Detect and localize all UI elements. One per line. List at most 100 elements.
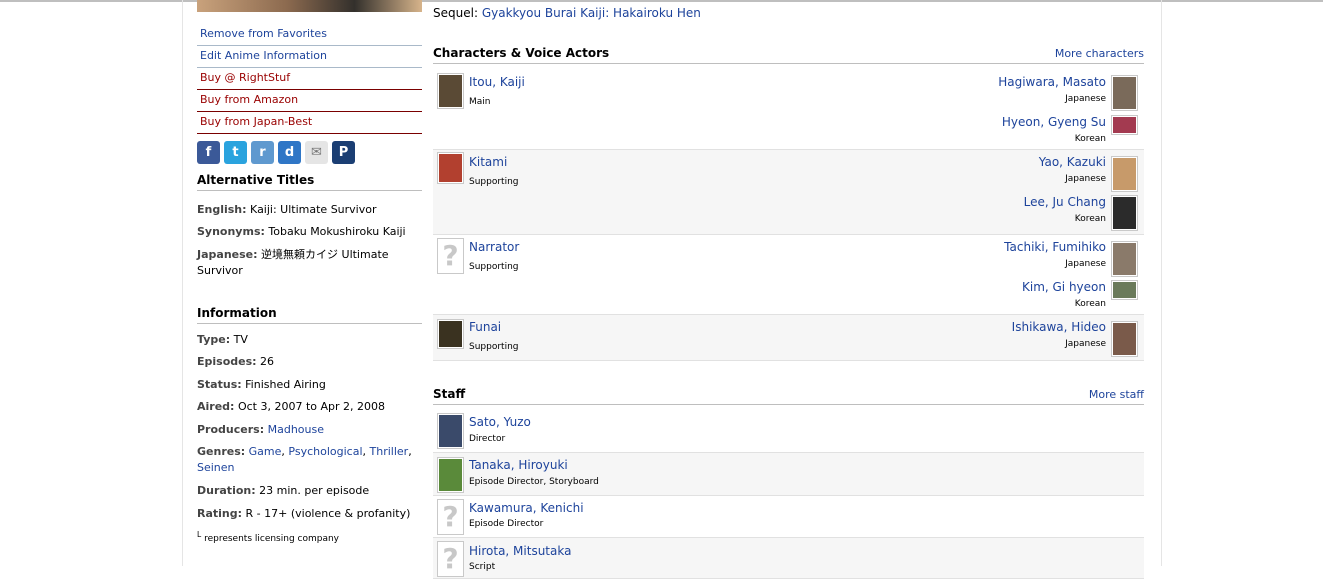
sequel-link[interactable]: Gyakkyou Burai Kaiji: Hakairoku Hen (482, 6, 701, 20)
character-name-link[interactable]: Itou, Kaiji (469, 75, 525, 89)
japanese-label: Japanese: (197, 248, 258, 261)
character-image (439, 154, 462, 182)
producers-label: Producers: (197, 423, 265, 436)
staff-role: Episode Director, Storyboard (469, 477, 599, 487)
buy-rightstuf-link[interactable]: Buy @ RightStuf (197, 68, 422, 90)
voice-actor-language: Korean (1074, 299, 1106, 309)
genre-link[interactable]: Psychological (288, 445, 362, 458)
staff-thumb[interactable] (437, 457, 464, 493)
genre-link[interactable]: Seinen (197, 461, 235, 474)
english-label: English: (197, 203, 247, 216)
voice-actor-link[interactable]: Tachiki, Fumihiko (1004, 240, 1106, 254)
genre-link[interactable]: Thriller (370, 445, 409, 458)
staff-heading-text: Staff (433, 387, 466, 401)
voice-actor-language: Japanese (1065, 94, 1106, 104)
characters-heading: Characters & Voice Actors More character… (433, 46, 1144, 64)
voice-actor-thumb[interactable] (1111, 156, 1138, 192)
licensing-note-text: represents licensing company (204, 534, 340, 544)
character-thumb[interactable] (437, 73, 464, 109)
voice-actor-link[interactable]: Ishikawa, Hideo (1012, 320, 1106, 334)
synonyms-label: Synonyms: (197, 225, 265, 238)
placeholder-question-icon: ? (442, 239, 459, 272)
staff-name-link[interactable]: Tanaka, Hiroyuki (469, 458, 568, 472)
character-role: Main (469, 97, 491, 107)
character-name-link[interactable]: Kitami (469, 155, 507, 169)
voice-actor-link[interactable]: Kim, Gi hyeon (1022, 280, 1106, 294)
character-thumb[interactable] (437, 319, 464, 349)
more-staff-link[interactable]: More staff (1089, 388, 1144, 401)
licensing-note: L represents licensing company (197, 530, 339, 544)
buy-japanbest-link[interactable]: Buy from Japan-Best (197, 112, 422, 134)
character-row: Funai Supporting Ishikawa, Hideo Japanes… (433, 315, 1144, 361)
episodes-label: Episodes: (197, 355, 257, 368)
genres-label: Genres: (197, 445, 246, 458)
genre-link[interactable]: Game (249, 445, 282, 458)
sequel-label: Sequel: (433, 6, 478, 20)
voice-actor-thumb[interactable] (1111, 280, 1138, 300)
voice-actor-thumb[interactable] (1111, 115, 1138, 135)
voice-actor-language: Japanese (1065, 259, 1106, 269)
status-value: Finished Airing (245, 378, 326, 391)
voice-actor-thumb[interactable] (1111, 75, 1138, 111)
synonyms-value: Tobaku Mokushiroku Kaiji (268, 225, 406, 238)
more-characters-link[interactable]: More characters (1055, 47, 1144, 60)
producer-link[interactable]: Madhouse (268, 423, 324, 436)
voice-actor-image (1113, 243, 1136, 275)
voice-actor-image (1113, 77, 1136, 109)
voice-actor-image (1113, 282, 1136, 298)
synonyms-row: Synonyms: Tobaku Mokushiroku Kaiji (197, 224, 422, 240)
staff-thumb[interactable]: ? (437, 499, 464, 535)
staff-name-link[interactable]: Sato, Yuzo (469, 415, 531, 429)
duration-row: Duration: 23 min. per episode (197, 483, 422, 499)
voice-actor-thumb[interactable] (1111, 241, 1138, 277)
voice-actor-link[interactable]: Hagiwara, Masato (998, 75, 1106, 89)
rating-row: Rating: R - 17+ (violence & profanity) (197, 506, 422, 522)
character-name-link[interactable]: Narrator (469, 240, 519, 254)
voice-actor-image (1113, 323, 1136, 355)
staff-image (439, 415, 462, 447)
character-role: Supporting (469, 342, 519, 352)
voice-actor-thumb[interactable] (1111, 321, 1138, 357)
buy-amazon-link[interactable]: Buy from Amazon (197, 90, 422, 112)
aired-label: Aired: (197, 400, 235, 413)
alt-titles-heading: Alternative Titles (197, 173, 422, 191)
anime-cover-image[interactable] (197, 0, 422, 12)
character-row: Kitami Supporting Yao, Kazuki Japanese L… (433, 150, 1144, 235)
character-row: Itou, Kaiji Main Hagiwara, Masato Japane… (433, 67, 1144, 150)
mail-icon[interactable]: ✉ (305, 141, 328, 164)
english-title-row: English: Kaiji: Ultimate Survivor (197, 202, 422, 218)
voice-actor-link[interactable]: Hyeon, Gyeng Su (1002, 115, 1106, 129)
staff-row: ? Kawamura, Kenichi Episode Director (433, 496, 1144, 538)
type-value: TV (233, 333, 248, 346)
japanese-title-row: Japanese: 逆境無頼カイジ Ultimate Survivor (197, 247, 422, 279)
twitter-icon[interactable]: t (224, 141, 247, 164)
reddit-icon[interactable]: r (251, 141, 274, 164)
duration-value: 23 min. per episode (259, 484, 370, 497)
staff-name-link[interactable]: Kawamura, Kenichi (469, 501, 584, 515)
voice-actor-image (1113, 117, 1136, 133)
digg-icon[interactable]: d (278, 141, 301, 164)
rating-value: R - 17+ (violence & profanity) (245, 507, 411, 520)
characters-heading-text: Characters & Voice Actors (433, 46, 610, 60)
staff-thumb[interactable]: ? (437, 541, 464, 577)
staff-name-link[interactable]: Hirota, Mitsutaka (469, 544, 571, 558)
licensing-mark: L (197, 530, 202, 539)
voice-actor-language: Japanese (1065, 339, 1106, 349)
character-thumb[interactable]: ? (437, 238, 464, 274)
staff-role: Director (469, 434, 506, 444)
voice-actor-link[interactable]: Lee, Ju Chang (1024, 195, 1106, 209)
voice-actor-thumb[interactable] (1111, 195, 1138, 231)
type-label: Type: (197, 333, 231, 346)
facebook-icon[interactable]: f (197, 141, 220, 164)
edit-anime-info-link[interactable]: Edit Anime Information (197, 46, 422, 68)
voice-actor-image (1113, 158, 1136, 190)
character-name-link[interactable]: Funai (469, 320, 501, 334)
voice-actor-link[interactable]: Yao, Kazuki (1039, 155, 1106, 169)
staff-thumb[interactable] (437, 413, 464, 449)
staff-row: Tanaka, Hiroyuki Episode Director, Story… (433, 453, 1144, 496)
english-value: Kaiji: Ultimate Survivor (250, 203, 377, 216)
pinterest-icon[interactable]: P (332, 141, 355, 164)
character-thumb[interactable] (437, 152, 464, 184)
remove-favorites-link[interactable]: Remove from Favorites (197, 24, 422, 46)
staff-image (439, 459, 462, 491)
